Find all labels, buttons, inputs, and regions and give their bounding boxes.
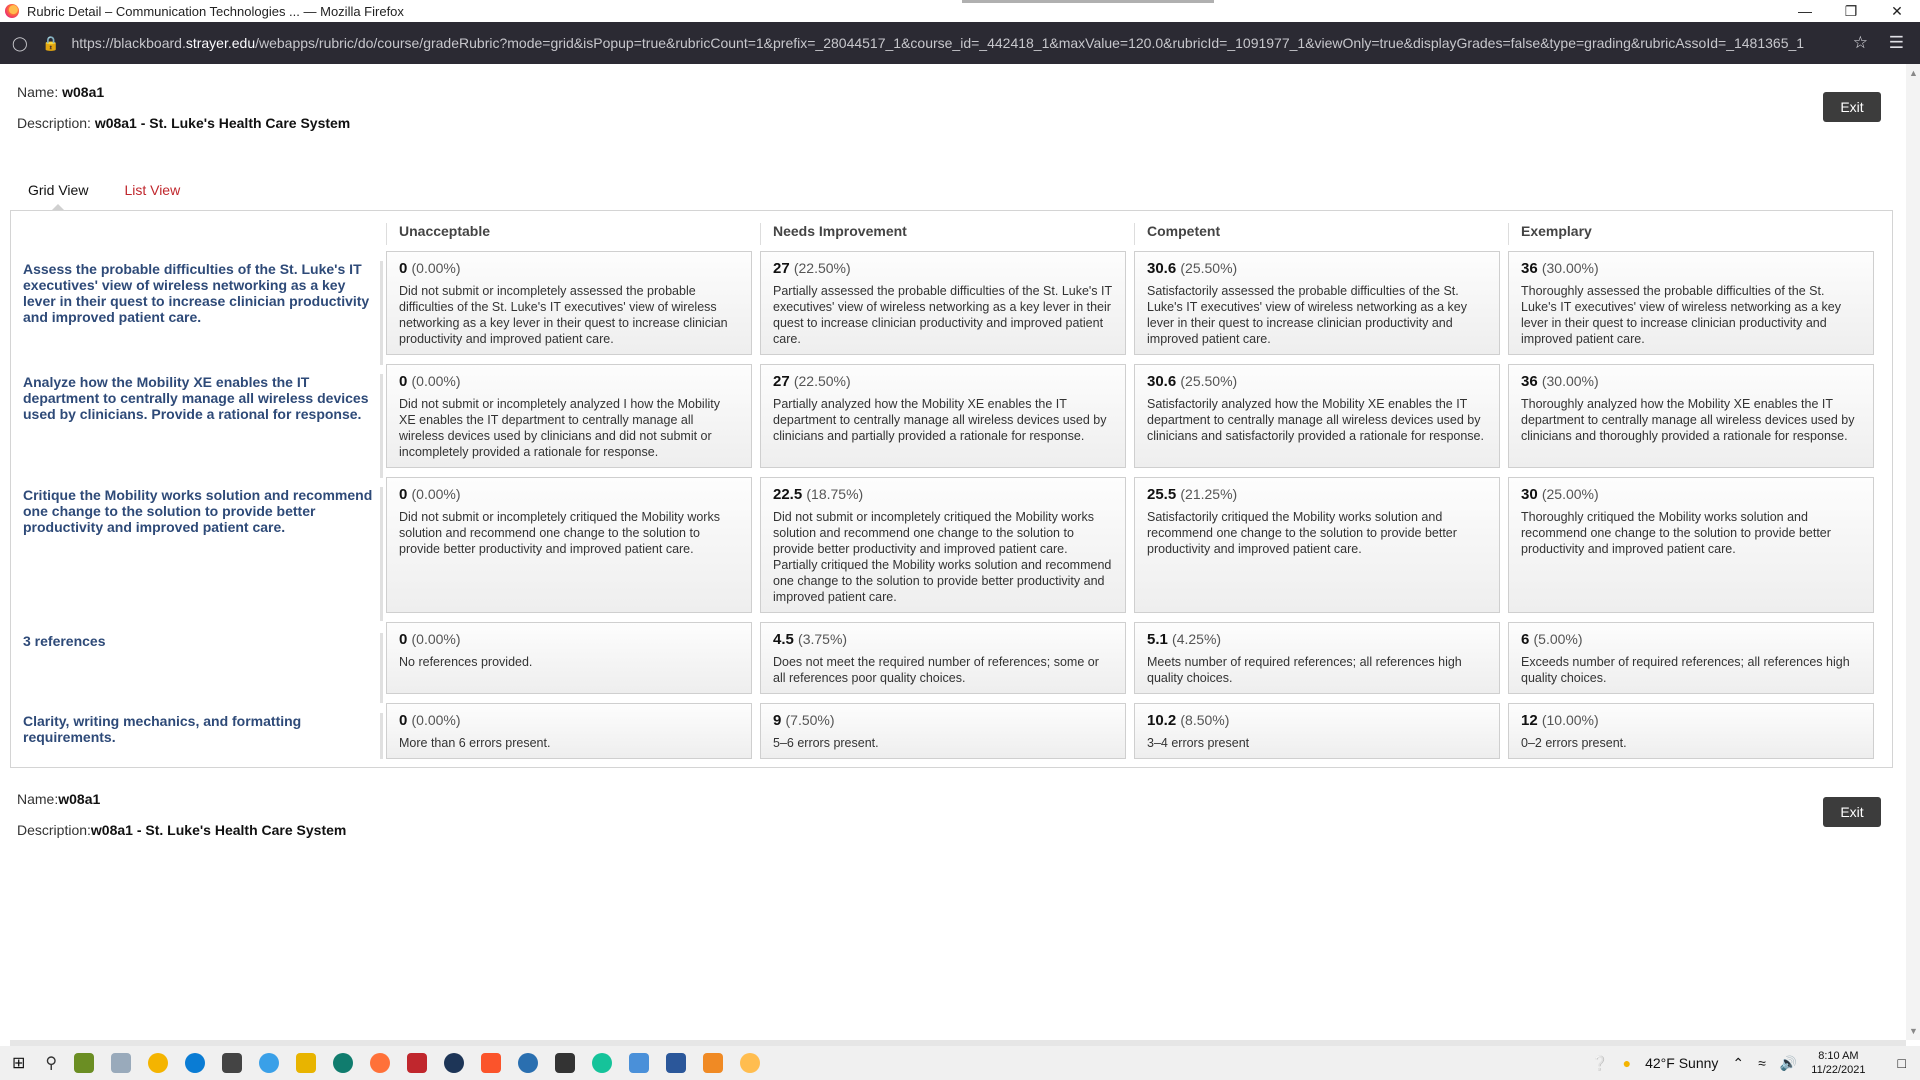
rubric-cell: 30.6 (25.50%) Satisfactorily analyzed ho… bbox=[1134, 364, 1500, 468]
wifi-icon[interactable]: ≈ bbox=[1758, 1055, 1766, 1071]
criterion-label: Critique the Mobility works solution and… bbox=[23, 487, 383, 621]
rubric-cell: 5.1 (4.25%) Meets number of required ref… bbox=[1134, 622, 1500, 694]
clock-date: 11/22/2021 bbox=[1811, 1064, 1866, 1076]
terminal-icon[interactable] bbox=[555, 1053, 576, 1073]
clock-time: 8:10 AM bbox=[1818, 1050, 1859, 1062]
exit-button-top[interactable]: Exit bbox=[1823, 92, 1881, 122]
weather-text[interactable]: 42°F Sunny bbox=[1645, 1055, 1718, 1071]
shield-icon[interactable]: ◯ bbox=[12, 35, 28, 51]
rubric-cell: 9 (7.50%) 5–6 errors present. bbox=[760, 703, 1126, 759]
tab-list-view[interactable]: List View bbox=[106, 176, 198, 210]
app-icon[interactable] bbox=[333, 1053, 354, 1073]
hamburger-menu-icon[interactable]: ☰ bbox=[1889, 33, 1904, 53]
app-icon[interactable] bbox=[222, 1053, 243, 1073]
app-icon[interactable] bbox=[74, 1053, 95, 1073]
rubric-cell: 0 (0.00%) Did not submit or incompletely… bbox=[386, 477, 752, 613]
rubric-cell: 0 (0.00%) Did not submit or incompletely… bbox=[386, 251, 752, 355]
view-tabs: Grid View List View bbox=[10, 176, 198, 211]
scroll-down-icon[interactable]: ▼ bbox=[1909, 1026, 1918, 1036]
rubric-cell: 0 (0.00%) More than 6 errors present. bbox=[386, 703, 752, 759]
lock-icon[interactable]: 🔒 bbox=[42, 35, 59, 52]
tab-grid-view[interactable]: Grid View bbox=[10, 176, 106, 211]
rubric-cell: 4.5 (3.75%) Does not meet the required n… bbox=[760, 622, 1126, 694]
clock[interactable]: 8:10 AM 11/22/2021 bbox=[1811, 1049, 1879, 1077]
level-header-competent: Competent bbox=[1134, 223, 1220, 245]
rubric-description: Description: w08a1 - St. Luke's Health C… bbox=[17, 115, 351, 131]
rubric-cell: 6 (5.00%) Exceeds number of required ref… bbox=[1508, 622, 1874, 694]
chevron-up-icon[interactable]: ⌃ bbox=[1732, 1055, 1744, 1072]
grammarly-icon[interactable] bbox=[592, 1053, 613, 1073]
app-icon[interactable] bbox=[259, 1053, 280, 1073]
rubric-cell: 22.5 (18.75%) Did not submit or incomple… bbox=[760, 477, 1126, 613]
rubric-cell: 27 (22.50%) Partially analyzed how the M… bbox=[760, 364, 1126, 468]
rubric-cell: 12 (10.00%) 0–2 errors present. bbox=[1508, 703, 1874, 759]
url-domain: strayer.edu bbox=[185, 35, 256, 51]
app-icon[interactable] bbox=[703, 1053, 724, 1073]
rubric-cell: 27 (22.50%) Partially assessed the proba… bbox=[760, 251, 1126, 355]
criterion-label: Analyze how the Mobility XE enables the … bbox=[23, 374, 383, 478]
rubric-cell: 0 (0.00%) No references provided. bbox=[386, 622, 752, 694]
notification-icon[interactable]: □ bbox=[1898, 1055, 1906, 1071]
windows-start-icon[interactable]: ⊞ bbox=[12, 1053, 25, 1073]
url-text[interactable]: https://blackboard.strayer.edu/webapps/r… bbox=[71, 35, 1811, 51]
level-header-needs-improvement: Needs Improvement bbox=[760, 223, 907, 245]
titlebar-drag-indicator bbox=[962, 0, 1214, 3]
rubric-cell: 36 (30.00%) Thoroughly assessed the prob… bbox=[1508, 251, 1874, 355]
window-titlebar: Rubric Detail – Communication Technologi… bbox=[0, 0, 1920, 22]
edge-icon[interactable] bbox=[185, 1053, 206, 1073]
app-icon[interactable] bbox=[629, 1053, 650, 1073]
bookmark-star-icon[interactable]: ☆ bbox=[1853, 33, 1868, 53]
rubric-name: Name: w08a1 bbox=[17, 84, 105, 100]
rubric-cell: 0 (0.00%) Did not submit or incompletely… bbox=[386, 364, 752, 468]
url-path: /webapps/rubric/do/course/gradeRubric?mo… bbox=[255, 35, 1805, 51]
criterion-label: 3 references bbox=[23, 633, 383, 703]
exit-button-bottom[interactable]: Exit bbox=[1823, 797, 1881, 827]
chrome-icon[interactable] bbox=[148, 1053, 169, 1073]
firefox-icon bbox=[5, 4, 19, 18]
address-bar[interactable]: ◯ 🔒 https://blackboard.strayer.edu/webap… bbox=[0, 22, 1920, 64]
rubric-cell: 10.2 (8.50%) 3–4 errors present bbox=[1134, 703, 1500, 759]
app-icon[interactable] bbox=[518, 1053, 539, 1073]
system-tray: ❔ ● 42°F Sunny ⌃ ≈ 🔊 8:10 AM 11/22/2021 … bbox=[1591, 1046, 1920, 1080]
close-icon[interactable]: ✕ bbox=[1874, 0, 1920, 22]
vertical-scrollbar[interactable]: ▲ ▼ bbox=[1906, 64, 1920, 1040]
app-icon[interactable] bbox=[740, 1053, 761, 1073]
criterion-label: Assess the probable difficulties of the … bbox=[23, 261, 383, 365]
search-icon[interactable]: ⚲ bbox=[45, 1053, 57, 1073]
rubric-name-bottom: Name:w08a1 bbox=[17, 791, 101, 807]
app-icon[interactable] bbox=[444, 1053, 465, 1073]
rubric-cell: 30 (25.00%) Thoroughly critiqued the Mob… bbox=[1508, 477, 1874, 613]
help-icon[interactable]: ❔ bbox=[1591, 1055, 1608, 1072]
folder-icon[interactable] bbox=[296, 1053, 317, 1073]
firefox-icon[interactable] bbox=[370, 1053, 391, 1073]
windows-taskbar: ⊞ ⚲ ❔ ● 42°F Sunny ⌃ ≈ 🔊 8:10 AM 11/22/2… bbox=[0, 1046, 1920, 1080]
rubric-description-bottom: Description:w08a1 - St. Luke's Health Ca… bbox=[17, 822, 347, 838]
window-title: Rubric Detail – Communication Technologi… bbox=[27, 3, 404, 19]
app-icon[interactable] bbox=[407, 1053, 428, 1073]
scroll-up-icon[interactable]: ▲ bbox=[1909, 68, 1918, 78]
restore-icon[interactable]: ❐ bbox=[1828, 0, 1874, 22]
weather-icon[interactable]: ● bbox=[1623, 1055, 1631, 1071]
rubric-cell: 30.6 (25.50%) Satisfactorily assessed th… bbox=[1134, 251, 1500, 355]
rubric-cell: 36 (30.00%) Thoroughly analyzed how the … bbox=[1508, 364, 1874, 468]
level-header-unacceptable: Unacceptable bbox=[386, 223, 490, 245]
rubric-cell: 25.5 (21.25%) Satisfactorily critiqued t… bbox=[1134, 477, 1500, 613]
word-icon[interactable] bbox=[666, 1053, 687, 1073]
criterion-label: Clarity, writing mechanics, and formatti… bbox=[23, 713, 383, 759]
rubric-grid: Unacceptable Needs Improvement Competent… bbox=[10, 210, 1893, 768]
app-icon[interactable] bbox=[111, 1053, 132, 1073]
level-header-exemplary: Exemplary bbox=[1508, 223, 1592, 245]
minimize-icon[interactable]: — bbox=[1782, 0, 1828, 22]
volume-icon[interactable]: 🔊 bbox=[1780, 1055, 1797, 1072]
brave-icon[interactable] bbox=[481, 1053, 502, 1073]
